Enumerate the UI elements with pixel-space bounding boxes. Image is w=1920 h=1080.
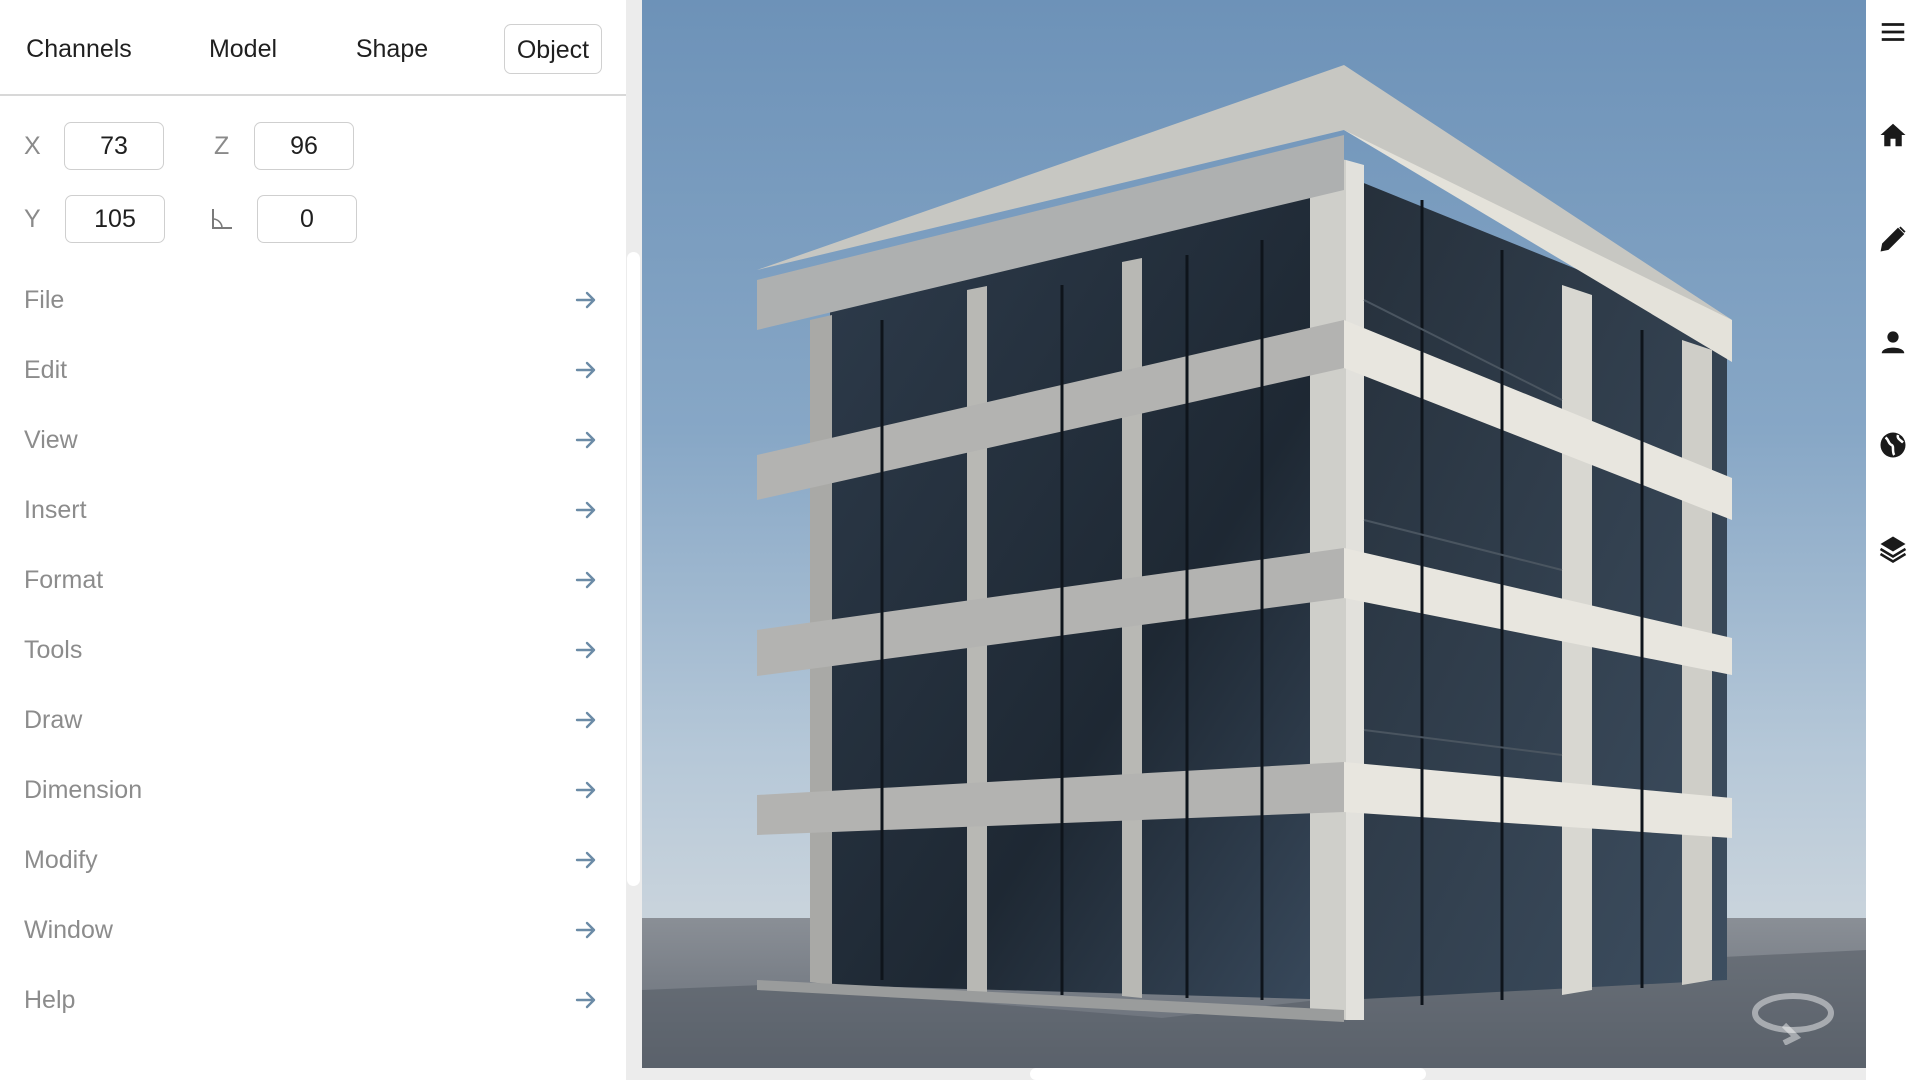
menu-item-file[interactable]: File <box>0 270 626 330</box>
hamburger-menu-icon[interactable] <box>1878 17 1908 47</box>
menu-item-label: Dimension <box>24 776 143 804</box>
arrow-right-icon <box>575 431 596 449</box>
y-label: Y <box>24 205 41 233</box>
menu-item-tools[interactable]: Tools <box>0 620 626 680</box>
arrow-right-icon <box>575 921 596 939</box>
menu-item-label: Draw <box>24 706 83 734</box>
right-toolbar <box>1866 0 1920 1080</box>
home-icon[interactable] <box>1878 120 1908 150</box>
menu-item-modify[interactable]: Modify <box>0 830 626 890</box>
angle-input[interactable] <box>257 195 357 243</box>
viewport-scrollbar-thumb[interactable] <box>1030 1068 1426 1080</box>
3d-viewport[interactable] <box>642 0 1866 1080</box>
menu-item-label: Edit <box>24 356 68 384</box>
menu-item-label: Format <box>24 566 104 594</box>
pencil-icon[interactable] <box>1878 224 1908 254</box>
menu-item-label: Window <box>24 916 113 944</box>
arrow-right-icon <box>575 641 596 659</box>
angle-icon <box>212 209 232 229</box>
y-input[interactable] <box>65 195 165 243</box>
tab-shape[interactable]: Shape <box>354 24 430 74</box>
menu-item-insert[interactable]: Insert <box>0 480 626 540</box>
orbit-icon[interactable] <box>1748 985 1838 1045</box>
layers-icon[interactable] <box>1878 534 1908 564</box>
tab-object[interactable]: Object <box>504 24 602 74</box>
z-input[interactable] <box>254 122 354 170</box>
tab-channels[interactable]: Channels <box>24 24 134 74</box>
x-label: X <box>24 132 41 160</box>
arrow-right-icon <box>575 781 596 799</box>
menu-item-label: Tools <box>24 636 83 664</box>
menu-item-help[interactable]: Help <box>0 970 626 1030</box>
building-render <box>642 65 1866 1080</box>
z-label: Z <box>214 132 230 160</box>
menu-item-label: Modify <box>24 846 98 874</box>
menu-item-edit[interactable]: Edit <box>0 340 626 400</box>
menu-item-label: Insert <box>24 496 87 524</box>
menu-item-view[interactable]: View <box>0 410 626 470</box>
arrow-right-icon <box>575 291 596 309</box>
tab-model[interactable]: Model <box>206 24 280 74</box>
person-icon[interactable] <box>1878 327 1908 357</box>
arrow-right-icon <box>575 711 596 729</box>
panel-scrollbar-thumb[interactable] <box>627 252 640 886</box>
arrow-right-icon <box>575 851 596 869</box>
globe-icon[interactable] <box>1878 430 1908 460</box>
arrow-right-icon <box>575 991 596 1009</box>
arrow-right-icon <box>575 501 596 519</box>
menu-item-draw[interactable]: Draw <box>0 690 626 750</box>
arrow-right-icon <box>575 571 596 589</box>
properties-panel: Channels Model Shape Object X Z Y File E… <box>0 0 626 1080</box>
arrow-right-icon <box>575 361 596 379</box>
tab-bar: Channels Model Shape Object <box>0 0 626 96</box>
menu-item-dimension[interactable]: Dimension <box>0 760 626 820</box>
menu-item-window[interactable]: Window <box>0 900 626 960</box>
x-input[interactable] <box>64 122 164 170</box>
menu-item-label: Help <box>24 986 76 1014</box>
menu-item-label: File <box>24 286 65 314</box>
menu-item-format[interactable]: Format <box>0 550 626 610</box>
menu-item-label: View <box>24 426 78 454</box>
